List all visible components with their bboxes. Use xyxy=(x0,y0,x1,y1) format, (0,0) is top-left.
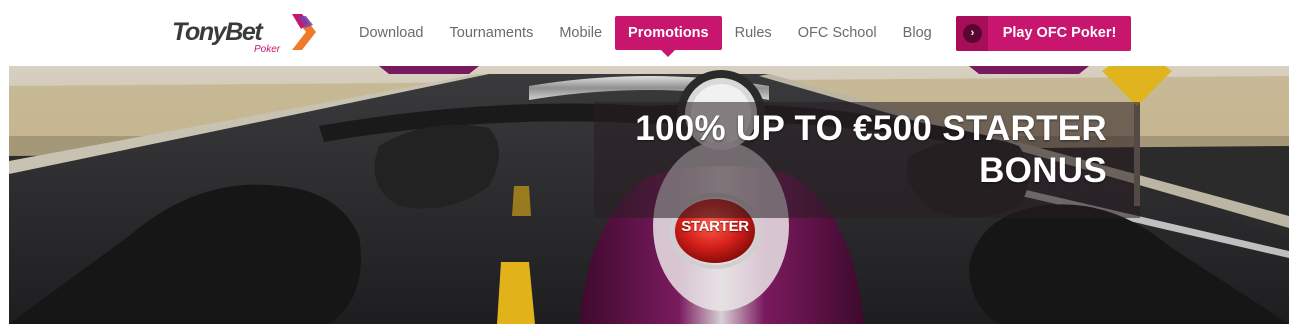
starter-button-graphic: STARTER xyxy=(681,218,749,235)
nav-item-ofc-school[interactable]: OFC School xyxy=(785,16,890,50)
tonybet-poker-logo[interactable]: TonyBet Poker xyxy=(172,12,322,56)
nav-item-promotions[interactable]: Promotions xyxy=(615,16,722,57)
nav-item-mobile[interactable]: Mobile xyxy=(546,16,615,50)
nav-item-download[interactable]: Download xyxy=(346,16,437,50)
play-ofc-poker-button[interactable]: › Play OFC Poker! xyxy=(956,16,1131,51)
promo-hero-banner[interactable]: STARTER 100% UP TO €500 STARTER BONUS xyxy=(9,66,1289,324)
promo-headline: 100% UP TO €500 STARTER BONUS xyxy=(587,108,1107,192)
main-nav: Download Tournaments Mobile Promotions R… xyxy=(346,16,945,57)
promo-headline-line1: 100% UP TO €500 STARTER xyxy=(635,109,1107,148)
logo-chevron-icon xyxy=(292,14,316,50)
logo-wordmark: TonyBet xyxy=(172,18,263,46)
nav-item-tournaments[interactable]: Tournaments xyxy=(437,16,547,50)
nav-item-rules[interactable]: Rules xyxy=(722,16,785,50)
promo-headline-line2: BONUS xyxy=(979,151,1107,190)
chevron-right-icon: › xyxy=(963,24,982,43)
cta-label: Play OFC Poker! xyxy=(1002,25,1117,41)
site-header: TonyBet Poker Download Tournaments Mobil… xyxy=(0,0,1289,66)
page: TonyBet Poker Download Tournaments Mobil… xyxy=(0,0,1289,324)
nav-item-blog[interactable]: Blog xyxy=(890,16,945,50)
headline-panel: 100% UP TO €500 STARTER BONUS xyxy=(594,102,1140,218)
cta-arrow-tab: › xyxy=(956,16,988,51)
logo-subtitle: Poker xyxy=(254,44,281,55)
